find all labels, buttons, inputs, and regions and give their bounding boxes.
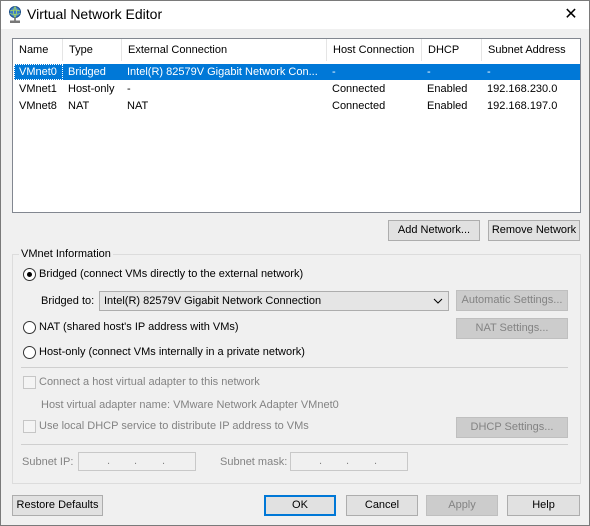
- chevron-down-icon: [433, 298, 443, 304]
- column-header-dhcp[interactable]: DHCP: [422, 39, 482, 61]
- column-header-type[interactable]: Type: [63, 39, 122, 61]
- window-title: Virtual Network Editor: [27, 6, 163, 22]
- ip-dot: .: [107, 455, 111, 467]
- bridged-to-label: Bridged to:: [41, 295, 95, 307]
- subnet-mask-field[interactable]: . . .: [290, 452, 408, 471]
- nat-settings-button[interactable]: NAT Settings...: [456, 318, 568, 339]
- cell-subnet: 192.168.197.0: [487, 100, 558, 112]
- table-row[interactable]: VMnet1 Host-only - Connected Enabled 192…: [14, 81, 580, 97]
- bridged-label[interactable]: Bridged (connect VMs directly to the ext…: [39, 267, 303, 281]
- bridged-to-value: Intel(R) 82579V Gigabit Network Connecti…: [104, 295, 322, 307]
- cell-host: Connected: [332, 83, 386, 95]
- vmnet-information-group: [12, 254, 581, 484]
- ip-dot: .: [162, 455, 166, 467]
- cell-host: Connected: [332, 100, 386, 112]
- cell-name: VMnet1: [19, 83, 57, 95]
- ip-dot: .: [134, 455, 138, 467]
- nat-label[interactable]: NAT (shared host's IP address with VMs): [39, 320, 239, 334]
- nat-radio[interactable]: [23, 321, 36, 334]
- remove-network-button[interactable]: Remove Network: [488, 220, 580, 241]
- host-only-label[interactable]: Host-only (connect VMs internally in a p…: [39, 345, 305, 359]
- network-list[interactable]: Name Type External Connection Host Conne…: [12, 38, 581, 213]
- cell-dhcp: Enabled: [427, 83, 468, 95]
- subnet-ip-field[interactable]: . . .: [78, 452, 196, 471]
- cell-type: Host-only: [68, 83, 115, 95]
- use-local-dhcp-checkbox[interactable]: [23, 420, 36, 433]
- subnet-mask-label: Subnet mask:: [220, 456, 288, 468]
- cancel-button[interactable]: Cancel: [346, 495, 418, 516]
- use-local-dhcp-label[interactable]: Use local DHCP service to distribute IP …: [39, 419, 309, 433]
- ip-dot: .: [319, 455, 323, 467]
- cell-name: VMnet8: [19, 100, 57, 112]
- column-header-external-connection[interactable]: External Connection: [122, 39, 327, 61]
- connect-host-adapter-checkbox[interactable]: [23, 376, 36, 389]
- table-row[interactable]: VMnet8 NAT NAT Connected Enabled 192.168…: [14, 98, 580, 114]
- cell-type: NAT: [68, 100, 90, 112]
- virtual-network-editor-window: Virtual Network Editor ✕ Name Type Exter…: [0, 0, 590, 526]
- network-globe-icon: [9, 6, 21, 23]
- cell-dhcp: Enabled: [427, 100, 468, 112]
- connect-host-adapter-label[interactable]: Connect a host virtual adapter to this n…: [39, 375, 260, 389]
- host-only-radio[interactable]: [23, 346, 36, 359]
- list-header: Name Type External Connection Host Conne…: [13, 39, 580, 61]
- apply-button[interactable]: Apply: [426, 495, 498, 516]
- close-button[interactable]: ✕: [553, 1, 589, 29]
- column-header-subnet-address[interactable]: Subnet Address: [482, 39, 580, 61]
- cell-name: VMnet0: [14, 64, 63, 80]
- title-bar[interactable]: Virtual Network Editor ✕: [1, 1, 589, 29]
- table-row[interactable]: VMnet0 Bridged Intel(R) 82579V Gigabit N…: [14, 64, 580, 80]
- automatic-settings-button[interactable]: Automatic Settings...: [456, 290, 568, 311]
- cell-subnet: 192.168.230.0: [487, 83, 558, 95]
- cell-external: -: [127, 83, 131, 95]
- cell-external: NAT: [127, 100, 149, 112]
- cell-host: -: [332, 66, 336, 78]
- host-adapter-name-label: Host virtual adapter name: VMware Networ…: [41, 399, 339, 411]
- ip-dot: .: [346, 455, 350, 467]
- column-header-host-connection[interactable]: Host Connection: [327, 39, 422, 61]
- add-network-button[interactable]: Add Network...: [388, 220, 480, 241]
- cell-dhcp: -: [427, 66, 431, 78]
- cell-type: Bridged: [68, 66, 106, 78]
- dhcp-settings-button[interactable]: DHCP Settings...: [456, 417, 568, 438]
- ip-dot: .: [374, 455, 378, 467]
- ok-button[interactable]: OK: [264, 495, 336, 516]
- cell-external: Intel(R) 82579V Gigabit Network Con...: [127, 66, 318, 78]
- divider: [21, 444, 568, 445]
- cell-subnet: -: [487, 66, 491, 78]
- bridged-radio[interactable]: [23, 268, 36, 281]
- close-icon: ✕: [564, 6, 578, 23]
- group-label-vmnet-information: VMnet Information: [19, 248, 113, 260]
- bridged-to-select[interactable]: Intel(R) 82579V Gigabit Network Connecti…: [99, 291, 449, 311]
- subnet-ip-label: Subnet IP:: [22, 456, 74, 468]
- divider: [21, 367, 568, 368]
- column-header-name[interactable]: Name: [13, 39, 63, 61]
- help-button[interactable]: Help: [507, 495, 580, 516]
- restore-defaults-button[interactable]: Restore Defaults: [12, 495, 103, 516]
